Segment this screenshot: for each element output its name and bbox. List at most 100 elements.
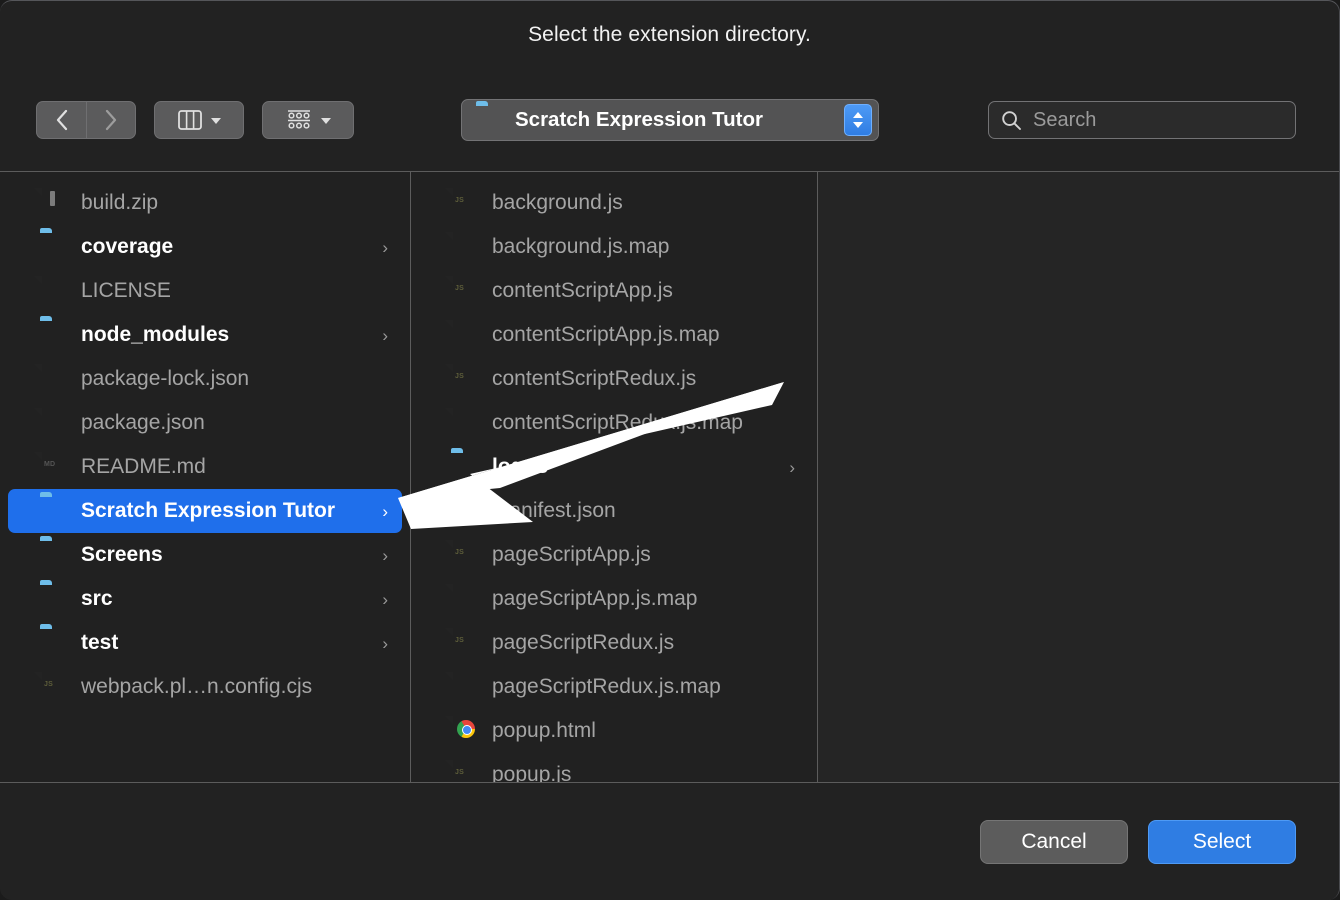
arrange-button[interactable]: [262, 101, 354, 139]
search-field[interactable]: Search: [988, 101, 1296, 139]
cancel-button[interactable]: Cancel: [980, 820, 1128, 864]
folder-row[interactable]: src ›: [8, 577, 402, 621]
markdown-file-icon: MD: [40, 452, 68, 482]
path-popup-button[interactable]: Scratch Expression Tutor: [461, 99, 879, 141]
file-row[interactable]: MD README.md: [8, 445, 402, 489]
text-file-icon: [40, 408, 68, 438]
folder-icon: [40, 628, 68, 658]
row-label: webpack.pl…n.config.cjs: [81, 675, 313, 698]
view-mode-button[interactable]: [154, 101, 244, 139]
row-label: README.md: [81, 455, 206, 478]
row-label: logos: [492, 455, 548, 478]
chevron-right-icon: [105, 109, 117, 131]
row-label: background.js: [492, 191, 623, 214]
search-input-placeholder[interactable]: Search: [1033, 109, 1096, 132]
chevron-right-icon: ›: [382, 501, 388, 521]
plain-file-icon: [451, 232, 479, 262]
row-label: popup.html: [492, 719, 596, 742]
file-row[interactable]: LICENSE: [8, 269, 402, 313]
js-file-icon: JS: [451, 628, 479, 658]
row-label: popup.js: [492, 763, 572, 782]
navigation-button-group: [36, 101, 136, 139]
row-label: pageScriptApp.js.map: [492, 587, 698, 610]
file-row[interactable]: JS webpack.pl…n.config.cjs: [8, 665, 402, 709]
js-file-icon: JS: [451, 188, 479, 218]
plain-file-icon: [451, 584, 479, 614]
file-row[interactable]: manifest.json: [419, 489, 809, 533]
select-button[interactable]: Select: [1148, 820, 1296, 864]
row-label: LICENSE: [81, 279, 171, 302]
folder-row[interactable]: logos ›: [419, 445, 809, 489]
chrome-file-icon: [451, 716, 479, 746]
file-row[interactable]: pageScriptApp.js.map: [419, 577, 809, 621]
row-label: pageScriptRedux.js: [492, 631, 675, 654]
file-row[interactable]: pageScriptRedux.js.map: [419, 665, 809, 709]
row-label: manifest.json: [492, 499, 616, 522]
folder-icon: [40, 232, 68, 262]
row-label: package.json: [81, 411, 205, 434]
row-label: background.js.map: [492, 235, 670, 258]
row-label: node_modules: [81, 323, 230, 346]
folder-icon: [40, 584, 68, 614]
js-file-icon: JS: [451, 276, 479, 306]
file-row[interactable]: package-lock.json: [8, 357, 402, 401]
dialog-footer: Cancel Select: [0, 782, 1339, 900]
folder-row[interactable]: node_modules ›: [8, 313, 402, 357]
search-icon: [1002, 110, 1021, 130]
folder-row[interactable]: Scratch Expression Tutor ›: [8, 489, 402, 533]
file-row[interactable]: popup.html: [419, 709, 809, 753]
file-column-preview[interactable]: [818, 172, 1339, 782]
plain-file-icon: [40, 276, 68, 306]
row-label: src: [81, 587, 113, 610]
js-file-icon: JS: [451, 540, 479, 570]
folder-icon: [40, 320, 68, 350]
row-label: contentScriptApp.js: [492, 279, 673, 302]
chevron-right-icon: ›: [382, 545, 388, 565]
file-row[interactable]: JS contentScriptApp.js: [419, 269, 809, 313]
file-row[interactable]: package.json: [8, 401, 402, 445]
chevron-down-icon: [320, 118, 331, 124]
file-row[interactable]: contentScriptRedux.js.map: [419, 401, 809, 445]
path-stepper-control[interactable]: [844, 104, 872, 136]
chevron-left-icon: [56, 109, 67, 131]
column-view-icon: [177, 110, 202, 130]
file-row[interactable]: build.zip: [8, 181, 402, 225]
folder-row[interactable]: Screens ›: [8, 533, 402, 577]
row-label: contentScriptRedux.js.map: [492, 411, 743, 434]
file-column-2[interactable]: JS background.js background.js.map JS conten…: [411, 172, 818, 782]
chevron-right-icon: ›: [382, 589, 388, 609]
folder-icon: [40, 540, 68, 570]
row-label: package-lock.json: [81, 367, 250, 390]
file-row[interactable]: JS pageScriptRedux.js: [419, 621, 809, 665]
js-file-icon: JS: [451, 760, 479, 782]
folder-row[interactable]: test ›: [8, 621, 402, 665]
folder-icon: [451, 452, 479, 482]
file-row[interactable]: JS background.js: [419, 181, 809, 225]
text-file-icon: [40, 364, 68, 394]
text-file-icon: [451, 496, 479, 526]
plain-file-icon: [451, 320, 479, 350]
folder-row[interactable]: coverage ›: [8, 225, 402, 269]
file-row[interactable]: JS pageScriptApp.js: [419, 533, 809, 577]
js-file-icon: JS: [40, 672, 68, 702]
file-column-1[interactable]: build.zip coverage › LICENSE node_modules › pa…: [0, 172, 411, 782]
toolbar: Scratch Expression Tutor Search: [0, 69, 1339, 171]
file-picker-dialog: Select the extension directory. Scratch …: [0, 0, 1340, 900]
stepper-up-icon: [853, 112, 863, 118]
row-label: pageScriptRedux.js.map: [492, 675, 721, 698]
folder-icon: [40, 496, 68, 526]
file-row[interactable]: JS popup.js: [419, 753, 809, 782]
file-row[interactable]: background.js.map: [419, 225, 809, 269]
row-label: contentScriptRedux.js: [492, 367, 697, 390]
chevron-down-icon: [210, 118, 221, 124]
path-popup-label: Scratch Expression Tutor: [515, 108, 763, 131]
back-button[interactable]: [36, 101, 86, 139]
file-row[interactable]: JS contentScriptRedux.js: [419, 357, 809, 401]
file-row[interactable]: contentScriptApp.js.map: [419, 313, 809, 357]
js-file-icon: JS: [451, 364, 479, 394]
chevron-right-icon: ›: [382, 325, 388, 345]
chevron-right-icon: ›: [382, 237, 388, 257]
forward-button[interactable]: [86, 101, 136, 139]
row-label: Screens: [81, 543, 163, 566]
row-label: build.zip: [81, 191, 159, 214]
